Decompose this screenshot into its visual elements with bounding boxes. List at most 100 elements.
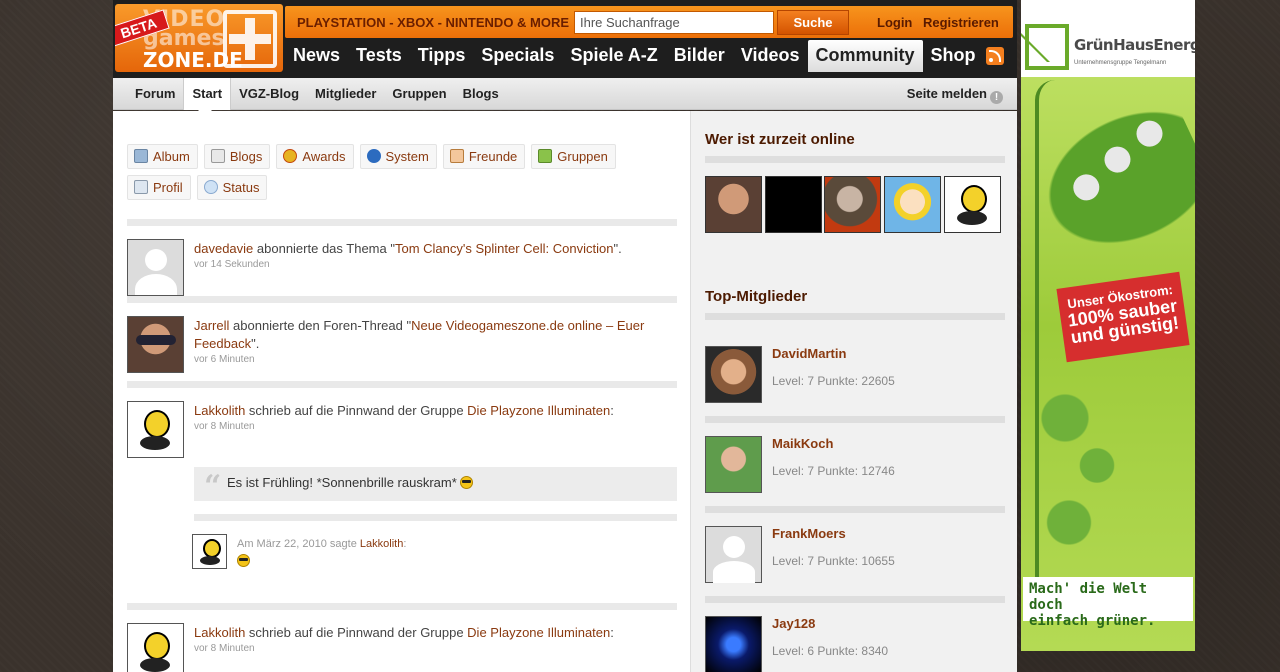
nav-specials[interactable]: Specials: [473, 40, 562, 72]
info-icon: [366, 149, 381, 163]
profile-icon: [134, 180, 148, 194]
nav-news[interactable]: News: [285, 40, 348, 72]
site-logo[interactable]: VIDEO games ZONE.DE BETA: [115, 4, 283, 72]
feed-timestamp: vor 8 Minuten: [194, 643, 255, 654]
member-level: Level: 7 Punkte: 12746: [772, 464, 895, 478]
report-page-label: Seite melden: [906, 86, 987, 101]
subnav-vgz-blog[interactable]: VGZ-Blog: [231, 78, 307, 110]
search-button[interactable]: Suche: [777, 10, 849, 35]
cool-smiley-icon: [237, 554, 250, 567]
filter-system[interactable]: System: [359, 144, 437, 169]
ad-subline: Unternehmensgruppe Tengelmann: [1074, 60, 1167, 66]
online-user-avatar[interactable]: [944, 176, 1001, 233]
member-name-link[interactable]: DavidMartin: [772, 346, 846, 361]
divider: [194, 514, 677, 521]
advertisement-banner[interactable]: GrünHausEnergie Unternehmensgruppe Tenge…: [1021, 0, 1195, 651]
nav-bilder[interactable]: Bilder: [666, 40, 733, 72]
avatar[interactable]: [127, 623, 184, 672]
filter-awards[interactable]: Awards: [276, 144, 354, 169]
top-member: MaikKoch Level: 7 Punkte: 12746: [705, 436, 1005, 493]
nav-shop[interactable]: Shop: [923, 40, 984, 72]
feed-timestamp: vor 14 Sekunden: [194, 259, 270, 270]
search-input[interactable]: [574, 11, 774, 34]
nav-community[interactable]: Community: [807, 40, 923, 72]
filter-blogs[interactable]: Blogs: [203, 144, 271, 169]
member-name-link[interactable]: MaikKoch: [772, 436, 833, 451]
gamepad-icon: [223, 10, 277, 68]
comment-meta-text: Am März 22, 2010 sagte: [237, 538, 360, 550]
feed-text: Lakkolith schrieb auf die Pinnwand der G…: [194, 402, 664, 434]
filter-status-label: Status: [222, 180, 260, 195]
comment-user-link[interactable]: Lakkolith: [360, 538, 403, 550]
filter-album-label: Album: [153, 149, 190, 164]
divider: [705, 156, 1005, 163]
divider: [127, 603, 677, 610]
feed-target-link[interactable]: Tom Clancy's Splinter Cell: Conviction: [395, 241, 614, 256]
activity-filter-row-2: Profil Status: [127, 175, 273, 200]
register-link[interactable]: Registrieren: [923, 15, 999, 30]
report-page-link[interactable]: Seite melden!: [907, 86, 1003, 104]
member-avatar[interactable]: [705, 526, 762, 583]
nav-tests[interactable]: Tests: [348, 40, 410, 72]
member-level: Level: 6 Punkte: 8340: [772, 644, 889, 658]
community-subnav: Forum Start VGZ-Blog Mitglieder Gruppen …: [113, 78, 1017, 117]
member-avatar[interactable]: [705, 616, 762, 672]
warning-icon: !: [990, 91, 1003, 104]
top-member: DavidMartin Level: 7 Punkte: 22605: [705, 346, 1005, 403]
filter-blogs-label: Blogs: [229, 149, 263, 164]
filter-profil-label: Profil: [153, 180, 183, 195]
leaves-graphic: [1041, 380, 1121, 570]
avatar[interactable]: [127, 401, 184, 458]
feed-action: schrieb auf die Pinnwand der Gruppe: [245, 625, 468, 640]
subnav-forum[interactable]: Forum: [127, 78, 183, 110]
online-user-avatar[interactable]: [705, 176, 762, 233]
subnav-start[interactable]: Start: [183, 78, 232, 117]
subnav-gruppen[interactable]: Gruppen: [384, 78, 454, 110]
feed-target-link[interactable]: Die Playzone Illuminaten: [467, 403, 610, 418]
subnav-blogs[interactable]: Blogs: [455, 78, 507, 110]
house-icon: [1025, 24, 1069, 70]
avatar[interactable]: [127, 316, 184, 373]
feed-action: abonnierte den Foren-Thread ": [229, 318, 412, 333]
member-avatar[interactable]: [705, 346, 762, 403]
ad-slogan-line-1: Mach' die Welt doch: [1029, 581, 1148, 613]
feed-user-link[interactable]: Lakkolith: [194, 625, 245, 640]
nav-videos[interactable]: Videos: [733, 40, 808, 72]
rss-icon[interactable]: [986, 47, 1004, 65]
filter-status[interactable]: Status: [196, 175, 268, 200]
filter-gruppen-label: Gruppen: [557, 149, 608, 164]
avatar[interactable]: [127, 239, 184, 296]
member-name-link[interactable]: Jay128: [772, 616, 815, 631]
feed-end: :: [610, 403, 614, 418]
feed-end: ".: [613, 241, 622, 256]
comment-avatar[interactable]: [192, 534, 227, 569]
subnav-mitglieder[interactable]: Mitglieder: [307, 78, 384, 110]
online-user-avatar[interactable]: [824, 176, 881, 233]
feed-end: ".: [251, 336, 260, 351]
comment-meta-end: :: [403, 538, 407, 550]
filter-gruppen[interactable]: Gruppen: [531, 144, 616, 169]
online-user-avatar[interactable]: [765, 176, 822, 233]
online-user-avatar[interactable]: [884, 176, 941, 233]
divider: [705, 313, 1005, 320]
nav-spiele-a-z[interactable]: Spiele A-Z: [562, 40, 665, 72]
feed-user-link[interactable]: davedavie: [194, 241, 253, 256]
login-link[interactable]: Login: [877, 15, 912, 30]
filter-album[interactable]: Album: [127, 144, 198, 169]
ad-badge: Unser Ökostrom: 100% sauber und günstig!: [1056, 271, 1190, 363]
member-name-link[interactable]: FrankMoers: [772, 526, 846, 541]
filter-profil[interactable]: Profil: [127, 175, 191, 200]
divider: [127, 219, 677, 226]
feed-user-link[interactable]: Lakkolith: [194, 403, 245, 418]
member-avatar[interactable]: [705, 436, 762, 493]
feed-text: davedavie abonnierte das Thema "Tom Clan…: [194, 240, 664, 272]
feed-timestamp: vor 8 Minuten: [194, 421, 255, 432]
feed-text: Lakkolith schrieb auf die Pinnwand der G…: [194, 624, 664, 656]
nav-tipps[interactable]: Tipps: [410, 40, 474, 72]
filter-freunde[interactable]: Freunde: [442, 144, 526, 169]
activity-stream: Album Blogs Awards System Freunde Gruppe…: [113, 111, 690, 672]
feed-user-link[interactable]: Jarrell: [194, 318, 229, 333]
feed-target-link[interactable]: Die Playzone Illuminaten: [467, 625, 610, 640]
user-icon: [449, 149, 464, 163]
ad-brand: GrünHausEnergie: [1074, 36, 1195, 54]
